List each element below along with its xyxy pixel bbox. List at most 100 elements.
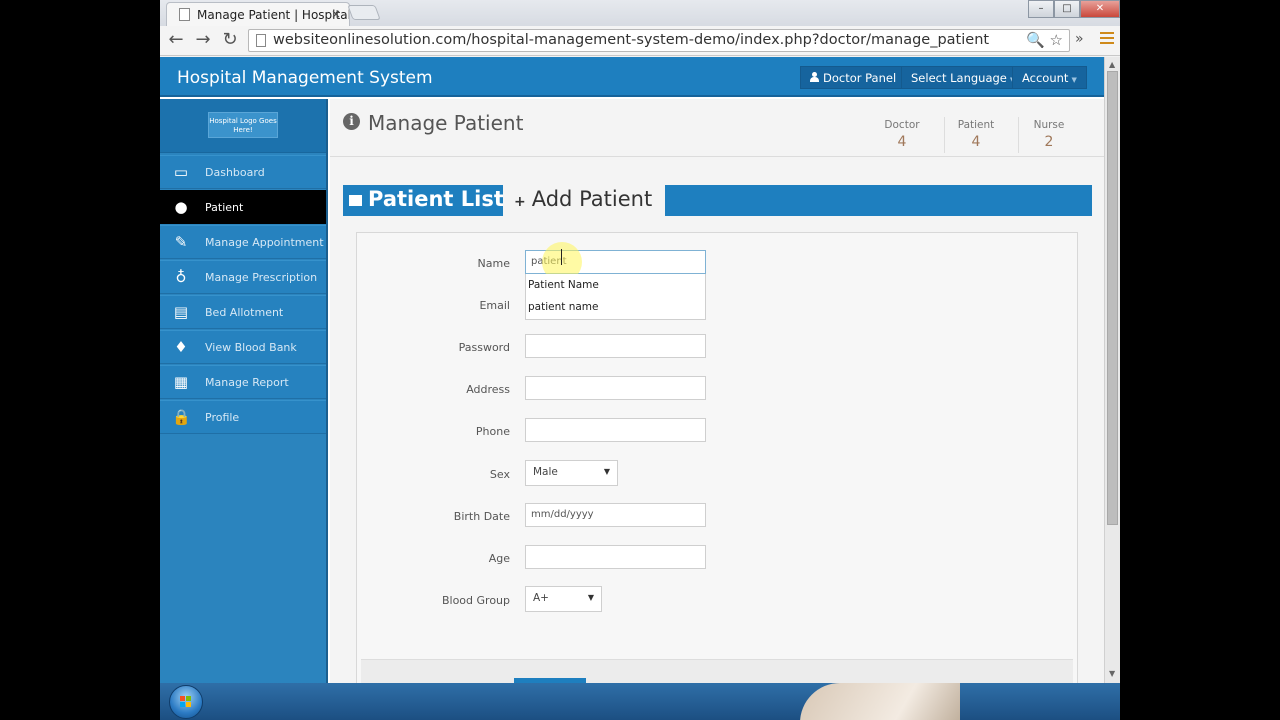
sex-label: Sex — [489, 468, 510, 481]
sidebar-item-patient[interactable]: ● Patient — [160, 190, 326, 224]
user-icon: ● — [174, 198, 188, 216]
account-button[interactable]: Account ▼ — [1012, 66, 1087, 89]
page-icon — [179, 8, 190, 21]
right-letterbox — [1120, 0, 1280, 720]
new-tab-button[interactable] — [347, 5, 381, 20]
sex-select[interactable]: Male ▼ — [525, 460, 618, 486]
back-button[interactable]: ← — [164, 29, 188, 51]
sidebar-item-manage-report[interactable]: ▦ Manage Report — [160, 365, 326, 399]
windows-taskbar — [160, 683, 1120, 720]
app-header: Hospital Management System Doctor Panel … — [160, 57, 1104, 97]
page-scrollbar[interactable]: ▲ ▼ — [1104, 57, 1120, 683]
age-input[interactable] — [525, 545, 706, 569]
stethoscope-icon: ♁ — [175, 268, 187, 286]
page-title: Manage Patient — [368, 111, 524, 135]
list-icon — [349, 195, 362, 206]
sidebar-item-label: Profile — [205, 411, 240, 424]
left-letterbox — [0, 0, 160, 720]
sidebar-item-view-blood-bank[interactable]: ♦ View Blood Bank — [160, 330, 326, 364]
forward-button[interactable]: → — [191, 29, 215, 51]
tab-add-patient[interactable]: + Add Patient — [503, 183, 665, 216]
sidebar-item-manage-prescription[interactable]: ♁ Manage Prescription — [160, 260, 326, 294]
stat-patient: Patient 4 — [939, 119, 1013, 150]
sex-value: Male — [533, 466, 558, 478]
sidebar-item-bed-allotment[interactable]: ▤ Bed Allotment — [160, 295, 326, 329]
scrollbar-thumb[interactable] — [1107, 71, 1118, 525]
app-title[interactable]: Hospital Management System — [177, 68, 433, 88]
scroll-up-icon[interactable]: ▲ — [1109, 60, 1115, 69]
birth-date-input[interactable]: mm/dd/yyyy — [525, 503, 706, 527]
email-label: Email — [479, 299, 510, 312]
window-controls: – □ ✕ — [1028, 0, 1120, 18]
sidebar-item-label: View Blood Bank — [205, 341, 297, 354]
sidebar-item-label: Manage Prescription — [205, 271, 318, 284]
stat-doctor: Doctor 4 — [865, 119, 939, 150]
web-page: Hospital Management System Doctor Panel … — [160, 57, 1104, 683]
tab-patient-list-label: Patient List — [368, 187, 504, 211]
windows-logo-icon — [180, 696, 192, 708]
hospital-logo[interactable]: Hospital Logo Goes Here! — [208, 112, 278, 138]
browser-menu-icon[interactable] — [1100, 32, 1114, 46]
stat-label: Nurse — [1033, 119, 1065, 131]
stat-value: 4 — [897, 134, 907, 150]
browser-toolbar: ← → ↻ websiteonlinesolution.com/hospital… — [160, 26, 1120, 56]
start-button[interactable] — [169, 685, 203, 719]
password-input[interactable] — [525, 334, 706, 358]
tab-patient-list[interactable]: Patient List — [349, 185, 504, 216]
dropdown-arrow-icon: ▼ — [603, 467, 610, 476]
maximize-button[interactable]: □ — [1054, 0, 1080, 18]
name-label: Name — [477, 257, 510, 270]
doctor-panel-label: Doctor Panel — [823, 71, 897, 85]
account-label: Account — [1022, 71, 1069, 85]
user-icon — [810, 72, 819, 82]
select-language-label: Select Language — [911, 71, 1007, 85]
stat-label: Patient — [957, 119, 995, 131]
sidebar-item-label: Manage Report — [205, 376, 289, 389]
tab-add-patient-label: Add Patient — [531, 187, 653, 211]
page-title-bar: i Manage Patient Doctor 4 Patient 4 Nurs… — [330, 99, 1104, 157]
browser-window: Manage Patient | Hospital × – □ ✕ ← → ↻ … — [160, 0, 1120, 683]
birth-date-label: Birth Date — [453, 510, 510, 523]
plus-icon: + — [514, 194, 526, 210]
tint-icon: ♦ — [174, 338, 188, 356]
browser-tab[interactable]: Manage Patient | Hospital × — [166, 2, 350, 26]
phone-input[interactable] — [525, 418, 706, 442]
lock-icon: 🔒 — [172, 408, 191, 426]
browser-tab-title: Manage Patient | Hospital — [197, 8, 350, 22]
window-close-button[interactable]: ✕ — [1080, 0, 1120, 18]
address-input[interactable] — [525, 376, 706, 400]
sidebar-item-manage-appointment[interactable]: ✎ Manage Appointment — [160, 225, 326, 259]
stat-nurse: Nurse 2 — [1012, 119, 1086, 150]
page-icon — [256, 34, 266, 47]
reload-button[interactable]: ↻ — [218, 29, 242, 51]
scroll-down-icon[interactable]: ▼ — [1109, 669, 1115, 678]
autocomplete-option[interactable]: Patient Name — [526, 274, 705, 296]
stat-value: 4 — [971, 134, 981, 150]
blood-group-select[interactable]: A+ ▼ — [525, 586, 602, 612]
hdd-icon: ▤ — [173, 303, 189, 321]
tab-close-icon[interactable]: × — [331, 7, 341, 21]
sidebar-item-profile[interactable]: 🔒 Profile — [160, 400, 326, 434]
info-icon: i — [343, 113, 360, 130]
main-content: i Manage Patient Doctor 4 Patient 4 Nurs… — [330, 99, 1104, 683]
autocomplete-dropdown: Patient Name patient name — [525, 274, 706, 320]
sidebar-item-label: Manage Appointment — [205, 236, 324, 249]
address-bar[interactable]: websiteonlinesolution.com/hospital-manag… — [248, 29, 1070, 52]
url-text: websiteonlinesolution.com/hospital-manag… — [273, 32, 990, 48]
minimize-button[interactable]: – — [1028, 0, 1054, 18]
blood-group-label: Blood Group — [441, 594, 510, 607]
autocomplete-option[interactable]: patient name — [526, 296, 705, 318]
blood-group-value: A+ — [533, 592, 549, 604]
extensions-chevron-icon[interactable]: » — [1075, 31, 1084, 47]
search-star-icons[interactable]: 🔍 ☆ — [1026, 31, 1063, 49]
text-cursor-icon — [561, 249, 563, 265]
screen: Manage Patient | Hospital × – □ ✕ ← → ↻ … — [0, 0, 1280, 720]
sidebar-item-dashboard[interactable]: ▭ Dashboard — [160, 155, 326, 189]
content-tabs: Patient List + Add Patient — [343, 183, 1092, 216]
add-patient-form: Name patient Patient Name patient name E… — [356, 232, 1078, 683]
doctor-panel-button[interactable]: Doctor Panel — [800, 66, 907, 89]
logo-area: Hospital Logo Goes Here! — [160, 99, 326, 153]
tab-strip: Manage Patient | Hospital × – □ ✕ — [160, 0, 1120, 26]
select-language-button[interactable]: Select Language▼ — [901, 66, 1026, 89]
sidebar-item-label: Bed Allotment — [205, 306, 284, 319]
